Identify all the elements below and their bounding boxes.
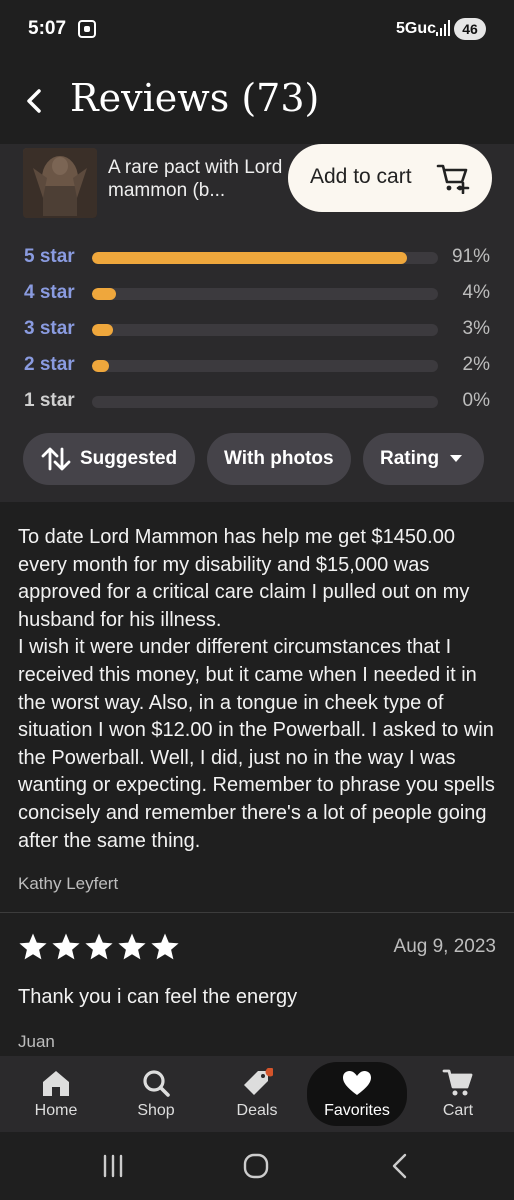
nav-cart-label: Cart xyxy=(442,1102,474,1119)
status-time: 5:07 xyxy=(28,18,67,39)
rating-percent: 3% xyxy=(462,318,490,339)
rating-percent: 0% xyxy=(462,390,490,411)
nav-home[interactable]: Home xyxy=(6,1062,106,1126)
rating-percent: 91% xyxy=(451,246,490,267)
rating-row-4[interactable]: 4 star 4% xyxy=(0,282,514,318)
nav-favorites[interactable]: Favorites xyxy=(307,1062,407,1126)
review-text: To date Lord Mammon has help me get $145… xyxy=(18,524,500,855)
battery-indicator: 46 xyxy=(454,18,486,40)
bottom-navigation: Home Shop Deals Favorites Cart xyxy=(0,1056,514,1132)
recent-apps-icon[interactable] xyxy=(98,1152,128,1180)
rating-row-5[interactable]: 5 star 91% xyxy=(0,246,514,282)
rating-bar-fill xyxy=(92,288,117,300)
review-date: Aug 9, 2023 xyxy=(393,936,496,957)
nav-favorites-label: Favorites xyxy=(324,1102,390,1119)
nav-deals-label: Deals xyxy=(236,1102,278,1119)
page-title: Reviews (73) xyxy=(70,76,320,120)
rating-row-1: 1 star 0% xyxy=(0,390,514,426)
heart-icon xyxy=(343,1071,371,1095)
nav-cart[interactable]: Cart xyxy=(408,1062,508,1126)
divider xyxy=(0,912,514,913)
filter-with-photos-button[interactable]: With photos xyxy=(207,433,351,485)
rating-bar-fill xyxy=(92,324,113,336)
product-name[interactable]: A rare pact with Lord mammon (b... xyxy=(108,156,283,202)
rating-bar-track xyxy=(92,396,438,408)
cart-plus-icon xyxy=(436,164,470,194)
add-to-cart-label: Add to cart xyxy=(310,165,412,188)
add-to-cart-button[interactable]: Add to cart xyxy=(288,144,492,212)
review-paragraph: I wish it were under different circumsta… xyxy=(18,636,495,852)
rating-row-2[interactable]: 2 star 2% xyxy=(0,354,514,390)
filter-rating-label: Rating xyxy=(380,448,440,469)
rating-label: 1 star xyxy=(24,390,75,411)
page-header: Reviews (73) xyxy=(0,58,514,144)
review-text: Thank you i can feel the energy xyxy=(18,986,298,1008)
star-icon xyxy=(52,933,80,960)
home-icon xyxy=(43,1071,69,1096)
nav-shop-label: Shop xyxy=(137,1102,175,1119)
rating-label: 4 star xyxy=(24,282,75,303)
review-author: Juan xyxy=(18,1032,55,1051)
star-icon xyxy=(19,933,47,960)
rating-label: 5 star xyxy=(24,246,75,267)
screen-record-icon xyxy=(78,20,96,38)
cart-icon xyxy=(442,1069,473,1096)
network-type: 5Guc xyxy=(396,20,437,37)
rating-percent: 4% xyxy=(462,282,490,303)
product-thumbnail[interactable] xyxy=(23,148,97,218)
product-image xyxy=(23,148,97,218)
sort-suggested-label: Suggested xyxy=(80,448,178,469)
filter-with-photos-label: With photos xyxy=(224,448,334,469)
search-icon xyxy=(143,1070,170,1097)
rating-bar-track xyxy=(92,324,438,336)
tag-icon xyxy=(244,1068,273,1095)
nav-home-label: Home xyxy=(34,1102,78,1119)
review-author: Kathy Leyfert xyxy=(18,874,119,893)
star-icon xyxy=(118,933,146,960)
nav-shop[interactable]: Shop xyxy=(106,1062,206,1126)
system-back-icon[interactable] xyxy=(385,1152,415,1180)
rating-row-3[interactable]: 3 star 3% xyxy=(0,318,514,354)
back-icon[interactable] xyxy=(18,82,52,120)
rating-bar-track xyxy=(92,288,438,300)
system-navigation-bar xyxy=(0,1132,514,1200)
home-button-icon[interactable] xyxy=(241,1152,271,1180)
chevron-down-icon xyxy=(450,455,462,462)
rating-percent: 2% xyxy=(462,354,490,375)
rating-bar-fill xyxy=(92,252,407,264)
star-icon xyxy=(151,933,179,960)
rating-label: 2 star xyxy=(24,354,75,375)
rating-summary: A rare pact with Lord mammon (b... Add t… xyxy=(0,144,514,502)
star-icon xyxy=(85,933,113,960)
status-bar: 5:07 5Guc 46 xyxy=(0,0,514,58)
rating-bar-track xyxy=(92,252,438,264)
rating-bar-fill xyxy=(92,360,110,372)
sort-suggested-button[interactable]: Suggested xyxy=(23,433,195,485)
rating-bar-track xyxy=(92,360,438,372)
sort-arrows-icon xyxy=(41,447,71,471)
nav-deals[interactable]: Deals xyxy=(207,1062,307,1126)
signal-icon xyxy=(436,20,450,36)
review-paragraph: To date Lord Mammon has help me get $145… xyxy=(18,526,470,631)
rating-label: 3 star xyxy=(24,318,75,339)
filter-rating-dropdown[interactable]: Rating xyxy=(363,433,484,485)
